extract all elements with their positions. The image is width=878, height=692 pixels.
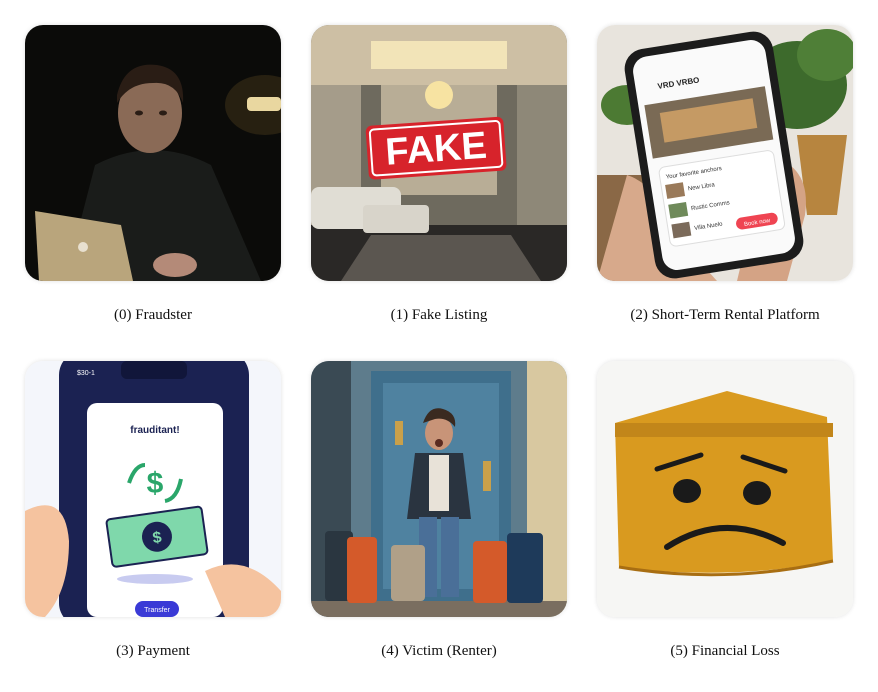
- financial-loss-image: [597, 361, 853, 617]
- rental-platform-image: VRD VRBO Your favorite anchors New Libra…: [597, 25, 853, 281]
- caption-payment: (3) Payment: [116, 643, 190, 659]
- caption-victim: (4) Victim (Renter): [381, 643, 497, 659]
- fake-listing-image: FAKE: [311, 25, 567, 281]
- caption-financial-loss: (5) Financial Loss: [670, 643, 780, 659]
- transfer-button: Transfer: [144, 607, 170, 614]
- payment-image: $30-1 frauditant! $ $ Transfer: [25, 361, 281, 617]
- caption-fraudster: (0) Fraudster: [114, 307, 192, 323]
- caption-rental-platform: (2) Short-Term Rental Platform: [630, 307, 820, 323]
- fraudster-image: [25, 25, 281, 281]
- fake-stamp-text: FAKE: [384, 125, 488, 174]
- phone-title: frauditant!: [130, 425, 179, 436]
- victim-image: [311, 361, 567, 617]
- phone-time: $30-1: [77, 370, 95, 377]
- svg-text:$: $: [147, 467, 164, 500]
- caption-fake-listing: (1) Fake Listing: [390, 307, 488, 323]
